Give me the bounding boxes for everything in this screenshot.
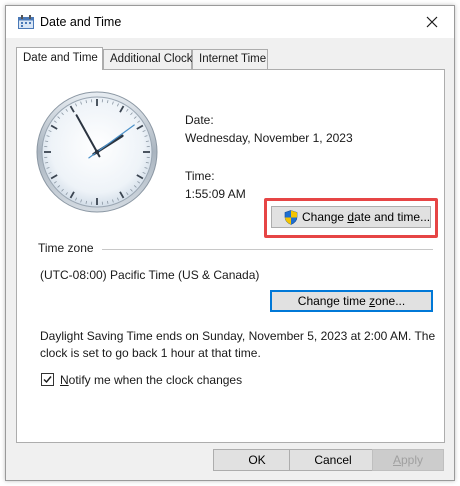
- change-time-zone-label-pre: Change time: [297, 294, 370, 308]
- apply-label: pply: [401, 453, 424, 467]
- close-button[interactable]: [410, 6, 454, 38]
- date-and-time-dialog: Date and Time Date and Time Additional C…: [5, 5, 455, 481]
- apply-button[interactable]: Apply: [372, 449, 444, 471]
- time-zone-divider: [102, 249, 433, 250]
- window-title: Date and Time: [40, 15, 122, 29]
- change-time-zone-label-post: one...: [375, 294, 406, 308]
- cancel-button[interactable]: Cancel: [289, 449, 377, 471]
- dst-info-line-2: clock is set to go back 1 hour at that t…: [40, 346, 261, 360]
- tab-additional-clocks[interactable]: Additional Clocks: [103, 49, 198, 69]
- change-time-zone-button[interactable]: Change time zone...: [270, 290, 433, 312]
- tab-date-and-time[interactable]: Date and Time: [16, 47, 103, 70]
- notify-label-text: otify me when the clock changes: [68, 373, 243, 387]
- change-date-and-time-button[interactable]: Change date and time...: [271, 206, 431, 228]
- time-zone-header: Time zone: [38, 241, 94, 255]
- title-bar: Date and Time: [6, 6, 454, 38]
- time-label: Time:: [185, 169, 215, 183]
- notify-checkbox[interactable]: [41, 373, 54, 386]
- time-value: 1:55:09 AM: [185, 187, 246, 201]
- date-value: Wednesday, November 1, 2023: [185, 131, 353, 145]
- date-label: Date:: [185, 113, 214, 127]
- analog-clock: [36, 91, 158, 213]
- date-and-time-panel: Date: Wednesday, November 1, 2023 Time: …: [16, 69, 445, 443]
- notify-mnemonic: N: [60, 373, 69, 387]
- close-icon: [426, 16, 438, 28]
- apply-mnemonic: A: [392, 453, 401, 467]
- change-date-time-label-pre: Change: [302, 210, 348, 224]
- date-time-icon: [18, 15, 34, 29]
- tab-internet-time[interactable]: Internet Time: [192, 49, 268, 69]
- time-zone-value: (UTC-08:00) Pacific Time (US & Canada): [40, 268, 260, 282]
- notify-label[interactable]: Notify me when the clock changes: [60, 373, 242, 387]
- dst-info-line-1: Daylight Saving Time ends on Sunday, Nov…: [40, 329, 436, 343]
- checkmark-icon: [43, 376, 52, 384]
- time-zone-section: Time zone: [38, 241, 433, 257]
- uac-shield-icon: [284, 210, 298, 225]
- change-date-time-label-post: ate and time...: [354, 210, 431, 224]
- ok-button[interactable]: OK: [213, 449, 301, 471]
